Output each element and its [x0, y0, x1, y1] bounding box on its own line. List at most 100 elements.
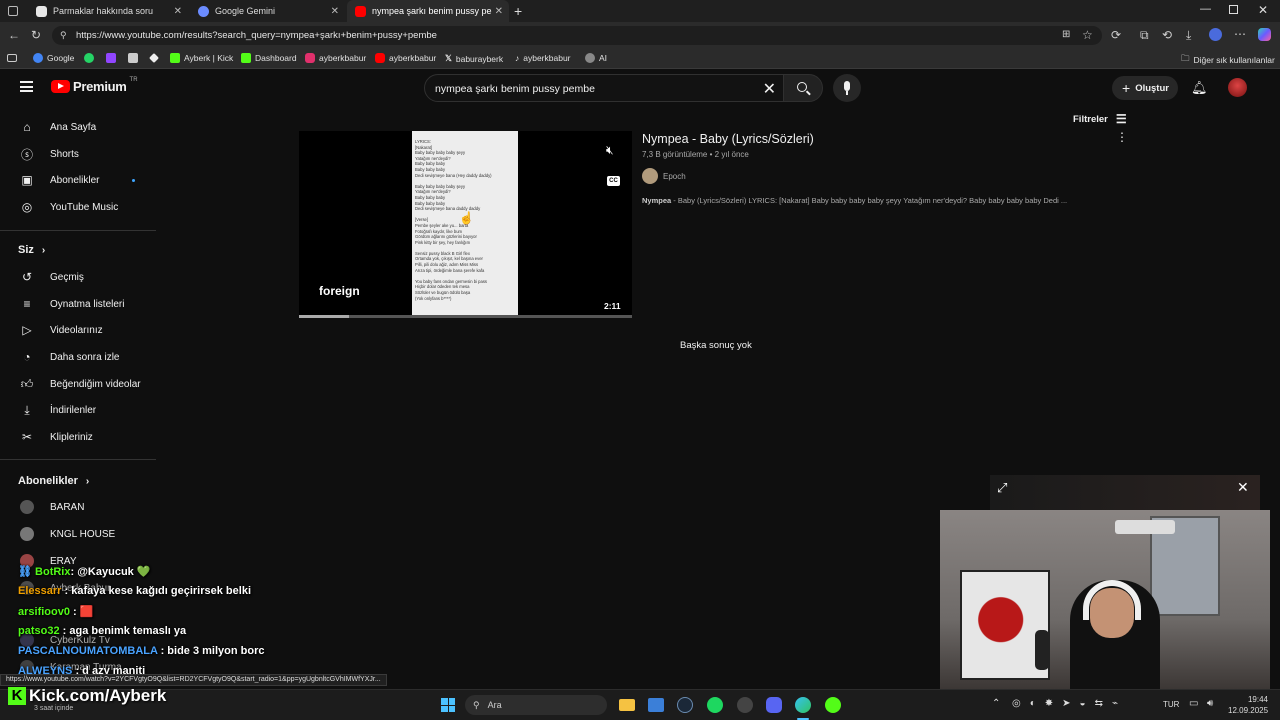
video-title[interactable]: Nympea - Baby (Lyrics/Sözleri) [642, 132, 814, 146]
bookmark-tiktok-2[interactable]: ♪ ayberkbabur [515, 53, 571, 63]
thumbs-up-icon: 👍︎ [20, 376, 34, 391]
captions-icon[interactable]: CC [607, 176, 620, 186]
sidebar-section-you[interactable]: Siz › [18, 242, 45, 258]
no-more-results: Başka sonuç yok [680, 340, 752, 351]
bookmark-x[interactable]: 𝕏baburayberk [445, 53, 503, 64]
chat-message: patso32 : aga benimk temaslı ya [18, 625, 186, 637]
app-icon[interactable] [737, 697, 753, 713]
bookmark-ai[interactable]: AI [585, 53, 607, 63]
site-info-icon[interactable]: ⚲ [60, 30, 67, 41]
spotify-icon[interactable] [707, 697, 723, 713]
subscription-kngl-house[interactable]: KNGL HOUSE [20, 526, 115, 542]
bookmark-instagram[interactable]: ayberkbabur [305, 53, 366, 63]
bookmark-google[interactable]: Google [33, 53, 74, 63]
discord-icon[interactable] [766, 697, 782, 713]
sidebar-item-history[interactable]: ↺ Geçmiş [20, 269, 84, 285]
taskbar-search-label: Ara [487, 700, 502, 710]
chat-user: patso32 [18, 625, 60, 637]
whatsapp-icon [84, 53, 94, 63]
sidebar-item-liked-videos[interactable]: 👍︎ Beğendiğim videolar [20, 376, 141, 392]
bookmark-twitch[interactable] [106, 53, 120, 63]
sidebar-item-youtube-music[interactable]: ◎ YouTube Music [20, 199, 118, 215]
edge-icon[interactable] [795, 697, 811, 713]
video-thumbnail[interactable]: LYRICS: [Nakarat] Baby baby baby baby şeyy… [299, 131, 632, 318]
kick-app-icon[interactable] [825, 697, 841, 713]
logo-text: Premium [73, 79, 127, 94]
sidebar-section-subscriptions[interactable]: Abonelikler › [18, 473, 89, 489]
sidebar-item-downloads[interactable]: ⤓ İndirilenler [20, 402, 96, 418]
minimize-icon[interactable]: — [1200, 3, 1211, 15]
taskbar-search[interactable]: ⚲ Ara [465, 695, 607, 715]
subscription-baran[interactable]: BARAN [20, 499, 84, 515]
start-windows-icon[interactable] [441, 698, 455, 712]
close-window-icon[interactable]: ✕ [1258, 3, 1268, 17]
sidebar-item-watch-later[interactable]: ◔ Daha sonra izle [20, 349, 119, 365]
favorite-star-icon[interactable]: ☆ [1082, 29, 1093, 41]
tab-actions-icon[interactable] [8, 6, 18, 16]
sidebar-item-shorts[interactable]: ⓢ Shorts [20, 146, 79, 162]
back-icon[interactable]: ← [8, 29, 20, 41]
close-tab-icon[interactable]: ✕ [174, 6, 182, 17]
bookmark-tiktok[interactable] [149, 53, 163, 63]
downloads-icon[interactable]: ⤓ [1186, 29, 1191, 41]
logo-country: TR [129, 76, 138, 83]
sidebar-item-subscriptions[interactable]: ▣ Abonelikler [20, 172, 135, 188]
new-tab-icon[interactable]: + [514, 3, 522, 19]
progress-bar[interactable] [299, 315, 632, 318]
app-available-icon[interactable]: ⊞ [1062, 29, 1070, 41]
voice-search-button[interactable] [833, 74, 861, 102]
address-bar[interactable]: ⚲ https://www.youtube.com/results?search… [52, 26, 1102, 45]
bookmark-misc[interactable] [128, 53, 142, 63]
refresh-icon[interactable]: ↻ [31, 29, 41, 41]
microphone-icon [844, 81, 850, 91]
maximize-icon[interactable] [1229, 5, 1238, 14]
sidebar-item-clips[interactable]: ✂ Klipleriniz [20, 429, 93, 445]
hamburger-menu-icon[interactable] [20, 81, 33, 92]
mute-icon[interactable]: 🔇︎ [606, 143, 614, 158]
filters-button[interactable]: Filtreler ☰ [1073, 112, 1127, 126]
tab-title: Google Gemini [215, 6, 276, 16]
notifications-bell-icon[interactable]: 🔔︎ [1191, 80, 1208, 96]
close-pip-icon[interactable]: ✕ [1237, 479, 1249, 496]
avatar[interactable] [1228, 78, 1247, 97]
history-icon[interactable]: ⟲ [1162, 29, 1172, 41]
sidebar-item-home[interactable]: ⌂ Ana Sayfa [20, 119, 96, 135]
file-explorer-icon[interactable] [619, 699, 635, 711]
close-tab-icon[interactable]: ✕ [331, 6, 339, 17]
bookmark-youtube[interactable]: ayberkbabur [375, 53, 436, 63]
network-icon[interactable]: ▭ [1189, 698, 1198, 709]
tray-chevron-icon[interactable]: ⌃ [992, 698, 1000, 709]
tab-3-active[interactable]: nympea şarkı benim pussy pembe ✕ [347, 0, 509, 22]
expand-icon[interactable]: ⤢ [997, 480, 1007, 496]
bookmark-whatsapp[interactable] [84, 53, 98, 63]
sidebar-item-your-videos[interactable]: ▷ Videolarınız [20, 322, 102, 338]
create-button[interactable]: + Oluştur [1112, 76, 1178, 100]
youtube-premium-logo[interactable]: Premium TR [51, 76, 138, 94]
chat-text: : 🟥 [69, 606, 94, 618]
bookmark-dashboard[interactable]: Dashboard [241, 53, 297, 63]
other-bookmarks[interactable]: 🗀 Diğer sık kullanılanlar [1181, 53, 1275, 67]
store-icon[interactable] [648, 698, 664, 712]
keyboard-language[interactable]: TUR [1163, 700, 1179, 709]
video-more-icon[interactable]: ⋮ [1116, 130, 1128, 144]
close-tab-icon[interactable]: ✕ [495, 6, 503, 17]
tab-1[interactable]: Parmaklar hakkında soru ✕ [28, 0, 188, 22]
tab-2[interactable]: Google Gemini ✕ [190, 0, 345, 22]
more-icon[interactable]: ⋯ [1234, 28, 1246, 40]
clock[interactable]: 19:44 12.09.2025 [1228, 694, 1268, 716]
instagram-icon [305, 53, 315, 63]
profile-avatar[interactable] [1209, 28, 1222, 41]
clear-search-icon[interactable]: ✕ [763, 79, 776, 99]
bookmarks-toggle-icon[interactable] [7, 54, 17, 62]
search-button[interactable] [783, 74, 823, 102]
sidebar-item-playlists[interactable]: ≡ Oynatma listeleri [20, 296, 124, 312]
channel-link[interactable]: Epoch [642, 168, 686, 184]
extension-icon[interactable]: ⟳ [1111, 29, 1121, 41]
search-input[interactable]: nympea şarkı benim pussy pembe [435, 83, 595, 95]
bookmark-kick[interactable]: Ayberk | Kick [170, 53, 233, 63]
volume-icon[interactable]: 🔊︎ [1207, 698, 1213, 709]
search-box[interactable]: nympea şarkı benim pussy pembe ✕ [424, 74, 787, 102]
split-screen-icon[interactable]: ⧉ [1140, 29, 1149, 41]
copilot-icon[interactable] [1258, 28, 1271, 41]
steam-icon[interactable] [677, 697, 693, 713]
